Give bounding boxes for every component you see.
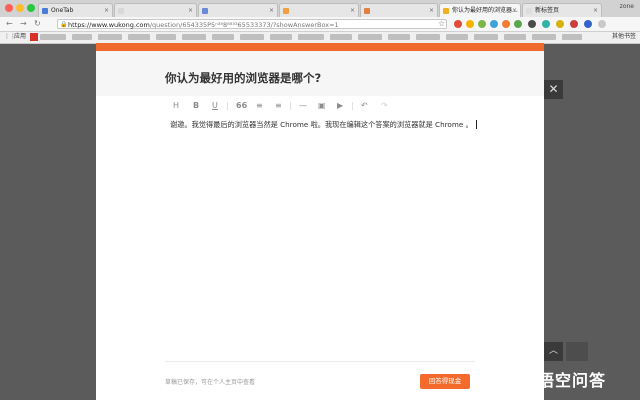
bookmark-item[interactable] [182, 34, 206, 40]
bookmark-item[interactable] [298, 34, 324, 40]
extension-icon[interactable] [570, 20, 578, 28]
close-window-button[interactable] [5, 4, 13, 12]
tab-wukong-question[interactable]: 你认为最好用的浏览器... × [439, 3, 521, 17]
bold-button[interactable]: B [193, 100, 199, 112]
image-button[interactable]: ▣ [318, 100, 326, 112]
ordered-list-button[interactable]: ≡ [256, 100, 263, 112]
bookmark-item[interactable] [388, 34, 410, 40]
extension-icon[interactable] [528, 20, 536, 28]
bullet-list-button[interactable]: ≡ [275, 100, 282, 112]
toolbar-divider [227, 102, 228, 110]
bookmark-item[interactable] [240, 34, 264, 40]
bookmark-star-icon[interactable]: ☆ [438, 19, 445, 28]
bookmark-item[interactable] [40, 34, 66, 40]
wukong-favicon-icon [443, 8, 449, 14]
text-caret [475, 120, 477, 129]
underline-button[interactable]: U [212, 100, 218, 112]
extension-icon[interactable] [466, 20, 474, 28]
minimize-window-button[interactable] [16, 4, 24, 12]
tab-blurred-4[interactable]: × [360, 3, 438, 17]
tab-favicon-icon [202, 8, 208, 14]
watermark-text: 悟空问答 [538, 371, 607, 390]
toolbar-divider [352, 102, 353, 110]
footer-divider [165, 361, 475, 362]
bookmark-other[interactable]: 其他书签 [612, 33, 636, 41]
tab-blurred-2[interactable]: × [198, 3, 278, 17]
page-header-strip [96, 43, 544, 51]
extension-icon[interactable] [490, 20, 498, 28]
bookmark-item[interactable] [330, 34, 352, 40]
tab-new-tab[interactable]: 新标签页 × [522, 3, 602, 17]
extension-icon[interactable] [502, 20, 510, 28]
extension-icon[interactable] [542, 20, 550, 28]
quote-button[interactable]: 66 [236, 100, 247, 112]
bookmark-item[interactable] [98, 34, 122, 40]
tab-close-icon[interactable]: × [188, 4, 193, 17]
bookmark-item[interactable] [416, 34, 440, 40]
heading-button[interactable]: H [173, 100, 179, 112]
draft-saved-note: 草稿已保存，可在个人主页中查看 [165, 379, 256, 386]
answer-text: 谢邀。我觉得最后的浏览器当然是 Chrome 啦。我现在编辑这个答案的浏览器就是… [170, 120, 473, 129]
side-panel-button[interactable] [566, 342, 588, 361]
bookmark-item[interactable] [562, 34, 582, 40]
submit-answer-button[interactable]: 回答得现金 [420, 374, 470, 389]
lock-icon: 🔒 [60, 21, 68, 28]
close-dialog-button[interactable]: ✕ [544, 80, 563, 99]
bookmark-favicon-icon[interactable] [30, 33, 38, 41]
tab-favicon-icon [364, 8, 370, 14]
bookmark-item[interactable] [270, 34, 292, 40]
video-button[interactable]: ▶ [337, 100, 343, 112]
extension-icon[interactable] [514, 20, 522, 28]
tab-blurred-1[interactable]: × [114, 3, 197, 17]
url-input[interactable]: 🔒 https://www.wukong.com/question/654335… [57, 19, 447, 29]
question-title: 你认为最好用的浏览器是哪个? [165, 71, 322, 85]
bookmark-item[interactable] [446, 34, 468, 40]
bookmark-item[interactable] [532, 34, 556, 40]
extension-icon[interactable] [584, 20, 592, 28]
bookmark-item[interactable] [212, 34, 234, 40]
tab-close-icon[interactable]: × [593, 4, 598, 17]
extension-icon[interactable] [598, 20, 606, 28]
bookmark-item[interactable] [72, 34, 92, 40]
extension-icon[interactable] [556, 20, 564, 28]
extension-icon[interactable] [478, 20, 486, 28]
tab-close-icon[interactable]: × [350, 4, 355, 17]
divider-button[interactable]: — [299, 100, 307, 112]
profile-name[interactable]: zone [620, 3, 634, 10]
redo-button[interactable]: ↷ [381, 100, 388, 112]
forward-icon[interactable]: → [20, 19, 27, 28]
new-tab-favicon-icon [526, 8, 532, 14]
tab-close-icon[interactable]: × [512, 4, 517, 17]
tab-onetab[interactable]: OneTab × [38, 3, 113, 17]
bookmark-apps[interactable]: 应用 [14, 33, 26, 41]
scroll-to-top-button[interactable]: ︿ [544, 342, 563, 361]
back-icon[interactable]: ← [6, 19, 13, 28]
tab-blurred-3[interactable]: × [279, 3, 359, 17]
answer-dialog: 你认为最好用的浏览器是哪个? H B U 66 ≡ ≡ — ▣ ▶ ↶ ↷ 谢邀… [96, 51, 544, 400]
extension-icon[interactable] [454, 20, 462, 28]
onetab-icon [42, 8, 48, 14]
wukong-logo-icon [514, 369, 532, 387]
bookmark-item[interactable] [474, 34, 498, 40]
tab-close-icon[interactable]: × [104, 4, 109, 17]
tab-close-icon[interactable]: × [429, 4, 434, 17]
answer-editor[interactable]: 谢邀。我觉得最后的浏览器当然是 Chrome 啦。我现在编辑这个答案的浏览器就是… [170, 120, 477, 130]
toolbar-divider [290, 102, 291, 110]
browser-tab-strip: OneTab × × × × × 你认为最好用的浏览器... × 新标签页 × … [0, 0, 640, 18]
tab-favicon-icon [283, 8, 289, 14]
bookmark-item[interactable] [504, 34, 526, 40]
reload-icon[interactable]: ↻ [34, 19, 41, 28]
bookmark-item[interactable] [358, 34, 382, 40]
tab-close-icon[interactable]: × [269, 4, 274, 17]
undo-button[interactable]: ↶ [361, 100, 368, 112]
dialog-header: 你认为最好用的浏览器是哪个? [96, 51, 544, 96]
bookmark-item[interactable] [156, 34, 176, 40]
maximize-window-button[interactable] [27, 4, 35, 12]
tab-favicon-icon [118, 8, 124, 14]
bookmark-item[interactable] [128, 34, 150, 40]
